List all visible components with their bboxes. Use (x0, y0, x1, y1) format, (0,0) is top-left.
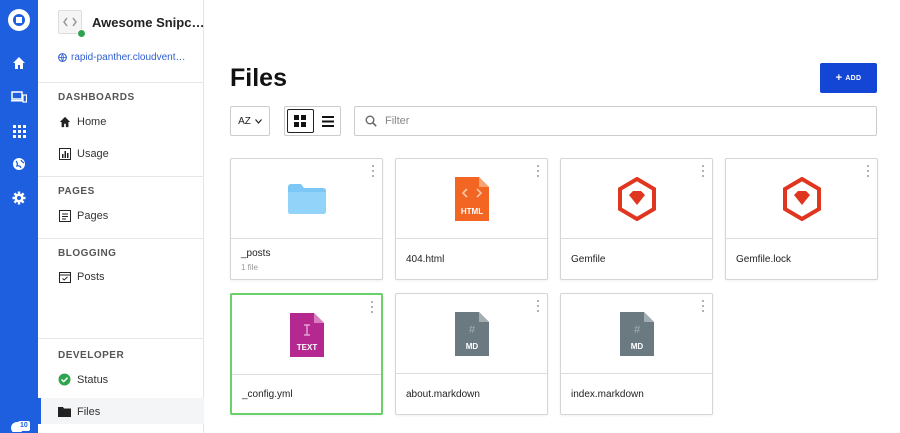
cloudcannon-logo-icon[interactable] (7, 8, 31, 32)
card-thumbnail: TEXT (232, 295, 381, 375)
sidebar-item-home[interactable]: Home (58, 115, 106, 128)
file-name: 404.html (406, 254, 445, 265)
sidebar-item-files[interactable]: Files (58, 405, 100, 418)
ruby-gem-icon (617, 176, 656, 221)
page-icon (58, 209, 71, 222)
more-options-icon[interactable] (866, 165, 870, 177)
file-name: Gemfile (571, 254, 606, 265)
more-options-icon[interactable] (701, 165, 705, 177)
sidebar-item-label: Pages (77, 209, 109, 222)
file-card-config-yml[interactable]: TEXT _config.yml (230, 293, 383, 415)
plus-icon: + (835, 71, 843, 84)
html-badge: HTML (460, 207, 482, 216)
md-badge: MD (630, 342, 643, 351)
globe-icon[interactable] (10, 155, 28, 173)
sidebar-item-pages[interactable]: Pages (58, 209, 108, 222)
search-icon (365, 115, 377, 127)
home-icon (58, 115, 71, 128)
site-header[interactable]: Awesome Snipc… (58, 10, 204, 40)
file-card-posts[interactable]: _posts 1 file (230, 158, 383, 280)
app-rail: 10 (0, 0, 38, 433)
grid-view-button[interactable] (287, 109, 314, 133)
card-thumbnail: HTML (396, 159, 547, 239)
site-status-ok-icon (77, 29, 86, 38)
more-options-icon[interactable] (536, 300, 540, 312)
calendar-icon (58, 270, 71, 283)
home-icon[interactable] (10, 54, 28, 72)
markdown-file-icon: # MD (619, 311, 654, 356)
text-file-icon: TEXT (289, 312, 324, 357)
chart-icon (58, 147, 71, 160)
file-card-404-html[interactable]: HTML 404.html (395, 158, 548, 280)
file-name: _config.yml (242, 389, 293, 400)
section-dashboards: DASHBOARDS (38, 82, 204, 178)
add-button-label: ADD (845, 74, 862, 82)
file-card-about-markdown[interactable]: # MD about.markdown (395, 293, 548, 415)
sidebar-item-label: Usage (77, 147, 109, 160)
section-blogging: BLOGGING (38, 238, 204, 334)
section-label-developer: DEVELOPER (58, 350, 125, 361)
sidebar-item-usage[interactable]: Usage (58, 147, 109, 160)
sort-az-icon: AZ (238, 115, 251, 127)
folder-icon (58, 405, 71, 418)
card-thumbnail: # MD (396, 294, 547, 374)
more-options-icon[interactable] (370, 301, 374, 313)
folder-icon (287, 183, 326, 214)
site-url-text: rapid-panther.cloudvent… (71, 52, 186, 63)
check-circle-icon (58, 373, 71, 386)
svg-text:#: # (633, 324, 640, 336)
sidebar-item-status[interactable]: Status (58, 373, 108, 386)
section-pages: PAGES (38, 176, 204, 232)
file-name: _posts (241, 248, 271, 259)
sidebar-item-label: Status (77, 373, 109, 386)
sort-dropdown[interactable]: AZ (230, 106, 270, 136)
markdown-file-icon: # MD (454, 311, 489, 356)
sidebar-item-label: Home (77, 115, 107, 128)
file-card-index-markdown[interactable]: # MD index.markdown (560, 293, 713, 415)
ruby-gem-icon (782, 176, 821, 221)
text-badge: TEXT (296, 343, 317, 352)
gear-icon[interactable] (10, 189, 28, 207)
sidebar-item-posts[interactable]: Posts (58, 270, 105, 283)
section-label-pages: PAGES (58, 186, 95, 197)
list-view-icon (321, 115, 334, 127)
more-options-icon[interactable] (701, 300, 705, 312)
card-thumbnail (231, 159, 382, 239)
list-view-button[interactable] (316, 107, 341, 135)
more-options-icon[interactable] (371, 165, 375, 177)
more-options-icon[interactable] (536, 165, 540, 177)
file-name: index.markdown (571, 389, 644, 400)
card-thumbnail: # MD (561, 294, 712, 374)
html-file-icon: HTML (454, 176, 489, 221)
sidebar-item-label: Files (77, 405, 101, 418)
sidebar: Awesome Snipc… rapid-panther.cloudvent… … (38, 0, 204, 433)
filter-field[interactable] (354, 106, 877, 136)
card-thumbnail (726, 159, 877, 239)
section-label-blogging: BLOGGING (58, 248, 117, 259)
section-label-dashboards: DASHBOARDS (58, 92, 135, 103)
file-name: Gemfile.lock (736, 254, 792, 265)
site-url-link[interactable]: rapid-panther.cloudvent… (58, 52, 198, 63)
site-title: Awesome Snipc… (92, 15, 204, 30)
card-thumbnail (561, 159, 712, 239)
file-card-gemfile-lock[interactable]: Gemfile.lock (725, 158, 878, 280)
page-title: Files (230, 64, 287, 92)
notification-badge: 10 (18, 421, 30, 431)
filter-input[interactable] (385, 115, 845, 127)
devices-icon[interactable] (10, 88, 28, 106)
grid-view-icon (294, 115, 307, 127)
file-count: 1 file (241, 263, 258, 272)
apps-grid-icon[interactable] (10, 122, 28, 140)
svg-text:#: # (468, 324, 475, 336)
file-card-gemfile[interactable]: Gemfile (560, 158, 713, 280)
sidebar-item-label: Posts (77, 270, 105, 283)
globe-small-icon (58, 53, 67, 62)
chevron-down-icon (254, 118, 262, 124)
view-toggle (284, 106, 341, 136)
md-badge: MD (465, 342, 478, 351)
file-name: about.markdown (406, 389, 480, 400)
add-button[interactable]: + ADD (820, 63, 877, 93)
